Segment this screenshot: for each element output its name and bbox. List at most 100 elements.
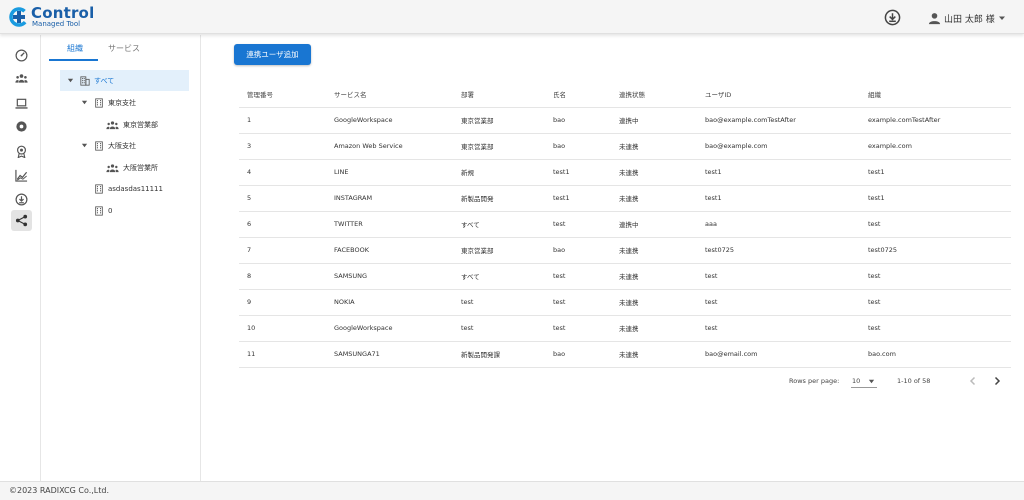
cell-user-id: test: [697, 263, 860, 290]
cell-status: 未連携: [611, 133, 697, 160]
cell-user-id: bao@email.com: [697, 341, 860, 368]
tree-node-label: 大阪営業所: [123, 163, 158, 172]
tree-node-tokyo-branch[interactable]: 東京支社: [81, 92, 136, 113]
app-logo[interactable]: Control Managed Tool: [9, 4, 129, 29]
tree-tabs: 組織 サービス: [49, 35, 201, 61]
cell-user-id: test1: [697, 185, 860, 212]
tree-node-label: 大阪支社: [108, 141, 136, 150]
users-icon: [15, 74, 28, 83]
rail-dashboard[interactable]: [11, 45, 32, 66]
tree-node-osaka-sales[interactable]: 大阪営業所: [106, 157, 158, 178]
add-linked-user-button[interactable]: 連携ユーザ追加: [234, 44, 311, 65]
cell-status: 未連携: [611, 341, 697, 368]
rows-per-page-select[interactable]: 10: [851, 374, 877, 388]
cell-service: Amazon Web Service: [326, 133, 453, 160]
tab-service[interactable]: サービス: [108, 43, 140, 54]
col-header-organization[interactable]: 組織: [860, 81, 1011, 108]
rail-badge[interactable]: [11, 141, 32, 162]
app-footer: ©2023 RADIXCG Co.,Ltd.: [0, 481, 1024, 500]
col-header-id[interactable]: 管理番号: [239, 81, 326, 108]
cell-organization: bao.com: [860, 341, 1011, 368]
building-icon: [80, 75, 90, 86]
cell-status: 連携中: [611, 107, 697, 134]
table-row[interactable]: 10 GoogleWorkspace test test 未連携 test test: [239, 315, 1011, 342]
download-icon[interactable]: [884, 9, 901, 26]
col-header-service[interactable]: サービス名: [326, 81, 453, 108]
cell-status: 未連携: [611, 237, 697, 264]
cell-id: 11: [239, 341, 326, 368]
cell-id: 5: [239, 185, 326, 212]
rail-devices[interactable]: [11, 93, 32, 114]
cell-organization: test: [860, 211, 1011, 238]
cell-id: 4: [239, 159, 326, 186]
cell-name: bao: [545, 133, 611, 160]
caret-down-icon: [868, 379, 875, 384]
cell-service: FACEBOOK: [326, 237, 453, 264]
tree-node-label: すべて: [94, 76, 115, 85]
tab-organization[interactable]: 組織: [67, 43, 83, 54]
cell-department: すべて: [453, 211, 545, 238]
cell-user-id: aaa: [697, 211, 860, 238]
rail-share[interactable]: [11, 210, 32, 231]
cell-name: test: [545, 315, 611, 342]
cell-service: LINE: [326, 159, 453, 186]
logo-icon: [9, 7, 29, 27]
table-row[interactable]: 1 GoogleWorkspace 東京営業部 bao 連携中 bao@example.c…: [239, 107, 1011, 134]
tree-node-label: asdasdas11111: [108, 184, 163, 193]
table-row[interactable]: 11 SAMSUNGA71 新製品開発課 bao 未連携 bao@email.com bao…: [239, 341, 1011, 368]
caret-down-icon[interactable]: [81, 142, 88, 149]
cell-user-id: test0725: [697, 237, 860, 264]
tree-node-label: 0: [108, 206, 113, 215]
table-row[interactable]: 6 TWITTER すべて test 連携中 aaa test: [239, 211, 1011, 238]
tree-node-zero[interactable]: 0: [94, 200, 112, 221]
badge-icon: [16, 145, 27, 158]
tree-node-tokyo-sales[interactable]: 東京営業部: [106, 114, 158, 135]
record-icon: [16, 121, 27, 132]
caret-down-icon[interactable]: [81, 99, 88, 106]
cell-organization: test: [860, 263, 1011, 290]
tree-node-label: 東京営業部: [123, 120, 158, 129]
col-header-user-id[interactable]: ユーザID: [697, 81, 860, 108]
tree-node-asdasdas[interactable]: asdasdas11111: [94, 178, 163, 199]
table-row[interactable]: 8 SAMSUNG すべて test 未連携 test test: [239, 263, 1011, 290]
caret-down-icon: [998, 16, 1005, 20]
cell-status: 未連携: [611, 289, 697, 316]
cell-service: TWITTER: [326, 211, 453, 238]
cell-user-id: bao@example.com: [697, 133, 860, 160]
rail-records[interactable]: [11, 116, 32, 137]
cell-id: 3: [239, 133, 326, 160]
cell-id: 7: [239, 237, 326, 264]
cell-department: test: [453, 315, 545, 342]
cell-department: 新製品開発: [453, 185, 545, 212]
table-row[interactable]: 3 Amazon Web Service 東京営業部 bao 未連携 bao@exampl…: [239, 133, 1011, 160]
cell-id: 8: [239, 263, 326, 290]
cell-department: 東京営業部: [453, 237, 545, 264]
cell-organization: test1: [860, 185, 1011, 212]
table-row[interactable]: 9 NOKIA test test 未連携 test test: [239, 289, 1011, 316]
tab-indicator: [49, 59, 98, 61]
col-header-name[interactable]: 氏名: [545, 81, 611, 108]
table-row[interactable]: 5 INSTAGRAM 新製品開発 test1 未連携 test1 test1: [239, 185, 1011, 212]
table-row[interactable]: 4 LINE 新規 test1 未連携 test1 test1: [239, 159, 1011, 186]
caret-down-icon[interactable]: [67, 77, 74, 84]
col-header-department[interactable]: 部署: [453, 81, 545, 108]
rail-users[interactable]: [11, 68, 32, 89]
col-header-link-status[interactable]: 連携状態: [611, 81, 697, 108]
chevron-left-icon[interactable]: [967, 375, 979, 387]
user-menu[interactable]: 山田 太郎 様: [928, 10, 1006, 26]
cell-organization: test1: [860, 159, 1011, 186]
chevron-right-icon[interactable]: [991, 375, 1003, 387]
tree-node-all[interactable]: すべて: [60, 70, 189, 91]
main-content: 連携ユーザ追加 管理番号 サービス名 部署 氏名 連携状態 ユーザID 組織 1…: [217, 35, 1024, 481]
cell-id: 10: [239, 315, 326, 342]
nav-rail: [0, 35, 41, 481]
cell-name: test1: [545, 185, 611, 212]
table-header-row: 管理番号 サービス名 部署 氏名 連携状態 ユーザID 組織: [239, 81, 1011, 108]
rows-per-page-value: 10: [852, 377, 861, 385]
table-row[interactable]: 7 FACEBOOK 東京営業部 bao 未連携 test0725 test0725: [239, 237, 1011, 264]
logo-subtitle: Managed Tool: [32, 20, 81, 28]
cell-department: すべて: [453, 263, 545, 290]
rail-downloads[interactable]: [11, 189, 32, 210]
tree-node-osaka-branch[interactable]: 大阪支社: [81, 135, 136, 156]
rail-analytics[interactable]: [11, 165, 32, 186]
